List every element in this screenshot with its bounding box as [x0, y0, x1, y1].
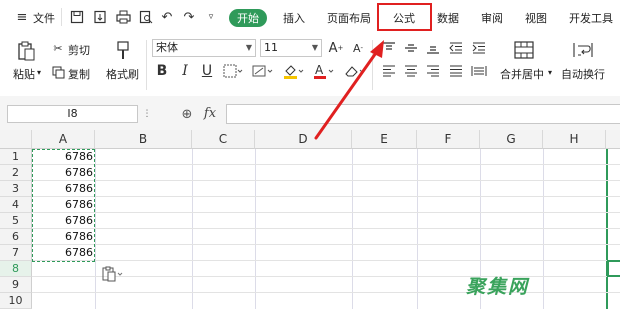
- grid-line: [32, 212, 620, 213]
- formula-tab-highlight-box: [377, 3, 432, 31]
- chevron-down-icon: ▼: [245, 43, 252, 52]
- format-painter-icon: [113, 39, 133, 63]
- redo-icon[interactable]: ↷: [181, 9, 197, 25]
- column-header-c[interactable]: C: [192, 130, 255, 149]
- row-header-3[interactable]: 3: [0, 181, 32, 197]
- column-header-i[interactable]: [606, 130, 620, 149]
- print-icon[interactable]: [115, 9, 131, 25]
- tab-data[interactable]: 数据: [437, 10, 459, 26]
- column-header-b[interactable]: B: [95, 130, 192, 149]
- row-header-4[interactable]: 4: [0, 197, 32, 213]
- grid-line: [417, 149, 418, 309]
- name-box-menu-icon[interactable]: ⋮: [142, 108, 152, 120]
- fx-icon[interactable]: fx: [200, 103, 220, 123]
- active-cell-i8[interactable]: [607, 260, 620, 277]
- grid-line: [32, 292, 620, 293]
- borders-icon[interactable]: [222, 63, 244, 79]
- copy-icon: [51, 65, 65, 79]
- menu-icon[interactable]: ≡: [14, 9, 30, 25]
- grid-line: [32, 228, 620, 229]
- grid-line: [32, 244, 620, 245]
- export-icon[interactable]: [92, 9, 108, 25]
- more-quick-access-icon[interactable]: ▿: [203, 9, 219, 25]
- column-header-g[interactable]: G: [480, 130, 543, 149]
- align-bottom-icon[interactable]: [424, 40, 442, 56]
- cut-button[interactable]: 剪切: [68, 42, 90, 58]
- divider: [61, 8, 62, 26]
- bold-icon[interactable]: B: [154, 62, 170, 80]
- scissors-icon: ✂: [53, 41, 63, 55]
- tab-start[interactable]: 开始: [229, 9, 267, 27]
- format-painter-button[interactable]: 格式刷: [106, 66, 139, 82]
- paste-icon[interactable]: [14, 40, 38, 62]
- italic-icon[interactable]: I: [177, 62, 193, 80]
- paste-options-icon[interactable]: [101, 266, 125, 282]
- grid-line: [352, 149, 353, 309]
- selected-column-edge: [606, 149, 608, 309]
- row-header-7[interactable]: 7: [0, 245, 32, 261]
- grid-line: [32, 164, 620, 165]
- row-header-1[interactable]: 1: [0, 149, 32, 165]
- distributed-align-icon[interactable]: [470, 63, 488, 79]
- grid-line: [32, 196, 620, 197]
- font-size-value: 11: [264, 41, 278, 54]
- grid-line: [32, 260, 620, 261]
- grid-line: [543, 149, 544, 309]
- column-header-f[interactable]: F: [417, 130, 480, 149]
- align-center-icon[interactable]: [402, 63, 420, 79]
- justify-icon[interactable]: [447, 63, 465, 79]
- decrease-indent-icon[interactable]: [447, 40, 465, 56]
- tab-page-layout[interactable]: 页面布局: [327, 10, 371, 26]
- row-header-2[interactable]: 2: [0, 165, 32, 181]
- tab-insert[interactable]: 插入: [283, 10, 305, 26]
- formula-input[interactable]: [226, 104, 620, 124]
- paste-dropdown-icon[interactable]: ▾: [37, 68, 41, 77]
- tab-view[interactable]: 视图: [525, 10, 547, 26]
- grid-line: [255, 149, 256, 309]
- align-right-icon[interactable]: [424, 63, 442, 79]
- fill-style-icon[interactable]: [251, 63, 275, 79]
- tab-file[interactable]: 文件: [33, 10, 55, 26]
- merge-dropdown-icon[interactable]: ▾: [548, 68, 552, 77]
- zoom-icon[interactable]: ⊕: [178, 104, 196, 124]
- print-preview-icon[interactable]: [138, 9, 154, 25]
- copy-marquee: [32, 149, 95, 262]
- increase-indent-icon[interactable]: [470, 40, 488, 56]
- annotation-arrow: [314, 40, 384, 140]
- tab-review[interactable]: 审阅: [481, 10, 503, 26]
- column-header-h[interactable]: H: [543, 130, 606, 149]
- grid-line: [192, 149, 193, 309]
- select-all-corner[interactable]: [0, 130, 32, 149]
- row-header-10[interactable]: 10: [0, 293, 32, 309]
- font-name-value: 宋体: [156, 41, 178, 54]
- wrap-text-button[interactable]: 自动换行: [561, 66, 605, 82]
- row-header-5[interactable]: 5: [0, 213, 32, 229]
- row-header-6[interactable]: 6: [0, 229, 32, 245]
- merge-center-button[interactable]: 合并居中: [500, 66, 544, 82]
- merge-center-icon: [514, 40, 534, 60]
- grid-line: [95, 149, 96, 309]
- column-header-a[interactable]: A: [32, 130, 95, 149]
- row-header-8[interactable]: 8: [0, 261, 32, 277]
- font-name-select[interactable]: 宋体 ▼: [152, 39, 256, 57]
- align-middle-icon[interactable]: [402, 40, 420, 56]
- undo-icon[interactable]: ↶: [159, 9, 175, 25]
- tab-developer[interactable]: 开发工具: [569, 10, 613, 26]
- divider: [146, 40, 147, 90]
- row-header-9[interactable]: 9: [0, 277, 32, 293]
- underline-icon[interactable]: U: [199, 62, 215, 80]
- watermark-logo: 聚集网: [466, 276, 530, 298]
- paste-button[interactable]: 粘贴: [13, 66, 35, 82]
- save-icon[interactable]: [69, 9, 85, 25]
- grid-line: [32, 180, 620, 181]
- copy-button[interactable]: 复制: [68, 66, 90, 82]
- name-box[interactable]: I8: [7, 105, 138, 123]
- wrap-text-icon: [573, 40, 593, 60]
